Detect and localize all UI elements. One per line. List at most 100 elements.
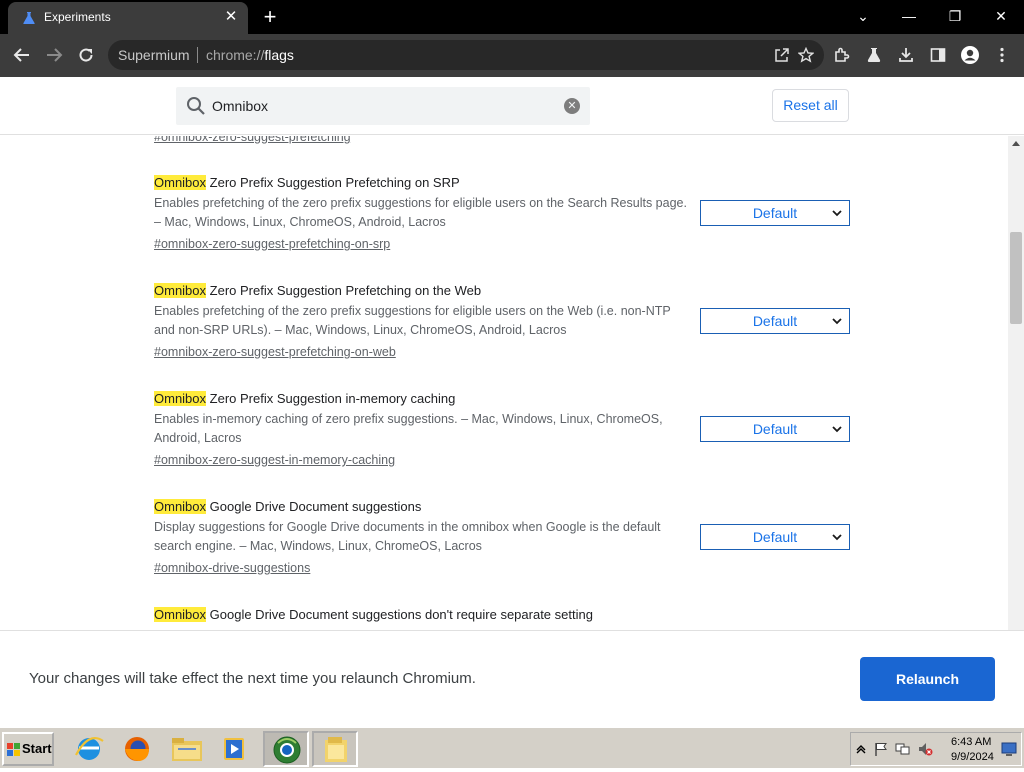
flag-title: Omnibox Zero Prefix Suggestion in-memory…: [154, 390, 854, 408]
volume-muted-icon[interactable]: [917, 741, 933, 757]
title-bar: Experiments ✕ + ⌄ — ❐ ✕: [0, 0, 1024, 34]
relaunch-message: Your changes will take effect the next t…: [29, 670, 476, 687]
flag-description: Enables in-memory caching of zero prefix…: [154, 412, 663, 445]
clock-time: 6:43 AM: [951, 736, 992, 748]
search-highlight: Omnibox: [154, 499, 207, 514]
explorer-icon[interactable]: [164, 731, 210, 767]
flag-link[interactable]: #omnibox-zero-suggest-prefetching-on-srp: [154, 235, 390, 253]
flag-item: Omnibox Zero Prefix Suggestion Prefetchi…: [154, 174, 854, 253]
flag-select[interactable]: Default: [700, 524, 850, 550]
omnibox-separator: [197, 47, 198, 63]
relaunch-button[interactable]: Relaunch: [860, 657, 995, 701]
flag-item: Omnibox Google Drive Document suggestion…: [154, 606, 854, 624]
chromium-icon[interactable]: [263, 731, 309, 767]
flag-item: Omnibox Zero Prefix Suggestion in-memory…: [154, 390, 854, 469]
minimize-button[interactable]: —: [895, 3, 923, 29]
flag-title: Omnibox Google Drive Document suggestion…: [154, 606, 854, 624]
menu-icon[interactable]: [989, 42, 1015, 68]
scroll-up-arrow-icon[interactable]: [1011, 139, 1021, 147]
flag-item: Omnibox Google Drive Document suggestion…: [154, 498, 854, 577]
flag-select-value: Default: [752, 529, 798, 545]
flag-link[interactable]: #omnibox-drive-suggestions: [154, 559, 310, 577]
clear-search-icon[interactable]: ✕: [564, 98, 580, 114]
flags-search-box[interactable]: ✕: [176, 87, 590, 125]
chevron-down-icon: [832, 426, 842, 433]
flag-link[interactable]: #omnibox-zero-suggest-in-memory-caching: [154, 451, 395, 469]
profile-icon[interactable]: [957, 42, 983, 68]
flag-link[interactable]: #omnibox-zero-suggest-prefetching-on-web: [154, 343, 396, 361]
new-tab-button[interactable]: +: [258, 5, 282, 29]
flag-description: Display suggestions for Google Drive doc…: [154, 520, 661, 553]
flags-list: #omnibox-zero-suggest-prefetching Omnibo…: [0, 136, 1008, 630]
sidepanel-icon[interactable]: [925, 42, 951, 68]
search-highlight: Omnibox: [154, 607, 207, 622]
chevron-down-icon: [832, 210, 842, 217]
flag-item: Omnibox Zero Prefix Suggestion Prefetchi…: [154, 282, 854, 361]
flag-title-text: Zero Prefix Suggestion in-memory caching: [206, 391, 456, 406]
action-center-flag-icon[interactable]: [873, 741, 889, 757]
flag-description: Enables prefetching of the zero prefix s…: [154, 304, 671, 337]
search-highlight: Omnibox: [154, 391, 207, 406]
windows-logo-icon: [7, 743, 20, 756]
tab-close-icon[interactable]: ✕: [222, 8, 240, 26]
tab-title: Experiments: [44, 10, 111, 24]
relaunch-bar: Your changes will take effect the next t…: [0, 630, 1024, 724]
close-window-button[interactable]: ✕: [987, 3, 1015, 29]
system-tray: 6:43 AM 9/9/2024: [850, 732, 1022, 766]
start-label: Start: [22, 741, 52, 756]
flask-icon: [23, 12, 35, 24]
show-desktop-icon[interactable]: [1001, 741, 1017, 757]
restore-button[interactable]: ❐: [941, 3, 969, 29]
share-icon[interactable]: [770, 43, 794, 67]
folder-icon[interactable]: [312, 731, 358, 767]
url-scheme: chrome://: [206, 47, 265, 63]
flags-header: ✕ Reset all: [0, 77, 1024, 135]
search-icon: [187, 97, 205, 115]
clock-date: 9/9/2024: [951, 751, 994, 763]
back-icon[interactable]: [9, 42, 35, 68]
taskbar: Start 6:43 AM 9/9/2024: [0, 726, 1024, 768]
extensions-icon[interactable]: [829, 42, 855, 68]
ie-icon[interactable]: [66, 731, 112, 767]
flag-title-text: Google Drive Document suggestions don't …: [206, 607, 593, 622]
flag-description: Enables prefetching of the zero prefix s…: [154, 196, 687, 229]
search-input[interactable]: [212, 95, 552, 117]
flag-link[interactable]: #omnibox-zero-suggest-prefetching: [154, 136, 351, 144]
chevron-down-icon: [832, 318, 842, 325]
network-icon[interactable]: [895, 741, 911, 757]
flag-select[interactable]: Default: [700, 308, 850, 334]
forward-icon[interactable]: [41, 42, 67, 68]
reload-icon[interactable]: [73, 42, 99, 68]
labs-icon[interactable]: [861, 42, 887, 68]
tab-search-icon[interactable]: ⌄: [849, 3, 877, 29]
browser-toolbar: Supermium chrome://flags: [0, 34, 1024, 77]
download-icon[interactable]: [893, 42, 919, 68]
omnibox-url[interactable]: chrome://flags: [206, 47, 294, 63]
flag-title-text: Zero Prefix Suggestion Prefetching on th…: [206, 283, 482, 298]
flag-title: Omnibox Zero Prefix Suggestion Prefetchi…: [154, 282, 854, 300]
start-button[interactable]: Start: [2, 732, 54, 766]
media-player-icon[interactable]: [212, 731, 258, 767]
search-highlight: Omnibox: [154, 283, 207, 298]
flag-select[interactable]: Default: [700, 416, 850, 442]
omnibox-origin: Supermium: [118, 47, 190, 63]
tab-experiments[interactable]: Experiments ✕: [8, 2, 248, 34]
omnibox[interactable]: Supermium chrome://flags: [108, 40, 824, 70]
reset-all-button[interactable]: Reset all: [772, 89, 849, 122]
flag-select[interactable]: Default: [700, 200, 850, 226]
flag-title: Omnibox Google Drive Document suggestion…: [154, 498, 854, 516]
show-hidden-icons-icon[interactable]: [853, 741, 869, 757]
flag-select-value: Default: [752, 313, 798, 329]
flag-title: Omnibox Zero Prefix Suggestion Prefetchi…: [154, 174, 854, 192]
firefox-icon[interactable]: [114, 731, 160, 767]
star-icon[interactable]: [794, 43, 818, 67]
chevron-down-icon: [832, 534, 842, 541]
url-path: flags: [264, 47, 294, 63]
scrollbar[interactable]: [1008, 136, 1024, 630]
scrollbar-thumb[interactable]: [1010, 232, 1022, 324]
search-highlight: Omnibox: [154, 175, 207, 190]
flag-select-value: Default: [752, 421, 798, 437]
flag-title-text: Zero Prefix Suggestion Prefetching on SR…: [206, 175, 460, 190]
flag-title-text: Google Drive Document suggestions: [206, 499, 422, 514]
flag-select-value: Default: [752, 205, 798, 221]
